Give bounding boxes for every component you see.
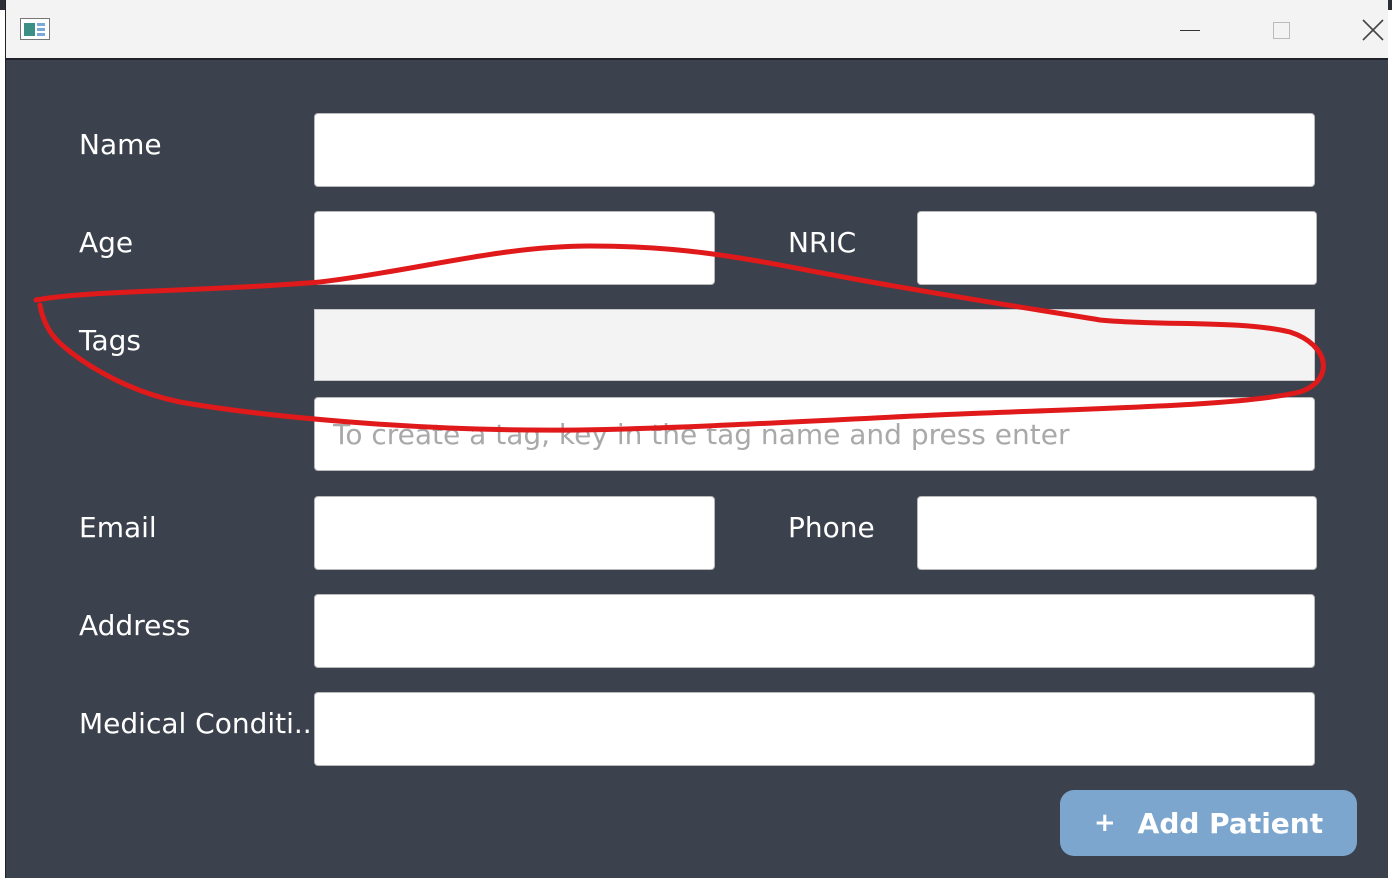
minimize-button[interactable] [1167, 10, 1213, 50]
maximize-button[interactable] [1258, 10, 1304, 50]
name-field[interactable] [314, 113, 1315, 187]
phone-label: Phone [788, 511, 875, 544]
address-field[interactable] [314, 594, 1315, 668]
plus-icon: + [1093, 808, 1116, 838]
medical-conditions-field[interactable] [314, 692, 1315, 766]
add-patient-button[interactable]: + Add Patient [1060, 790, 1357, 856]
tags-label: Tags [79, 324, 141, 357]
nric-label: NRIC [788, 226, 857, 259]
title-bar [6, 0, 1388, 60]
phone-field[interactable] [917, 496, 1317, 570]
close-button[interactable] [1350, 10, 1392, 50]
age-field[interactable] [314, 211, 715, 285]
tags-display-box[interactable] [314, 309, 1315, 381]
email-label: Email [79, 511, 157, 544]
medical-conditions-label: Medical Conditi... [79, 707, 321, 740]
close-icon [1362, 19, 1384, 41]
age-label: Age [79, 226, 134, 259]
tag-input[interactable] [314, 397, 1315, 471]
app-window-icon [20, 18, 50, 40]
name-label: Name [79, 128, 162, 161]
minimize-icon [1180, 29, 1200, 31]
maximize-icon [1272, 21, 1290, 39]
email-field[interactable] [314, 496, 715, 570]
add-patient-label: Add Patient [1137, 806, 1324, 840]
nric-field[interactable] [917, 211, 1317, 285]
address-label: Address [79, 609, 191, 642]
add-patient-window: Name Age NRIC Tags Email Phone Address M… [6, 0, 1388, 878]
